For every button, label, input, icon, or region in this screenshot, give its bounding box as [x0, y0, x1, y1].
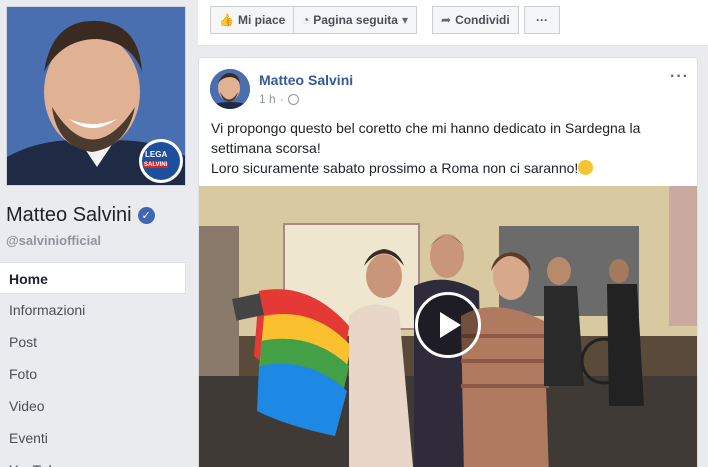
- profile-picture[interactable]: LEGA SALVINI: [6, 6, 186, 186]
- like-button[interactable]: 👍 Mi piace: [210, 6, 295, 34]
- more-options-button[interactable]: ···: [524, 6, 560, 34]
- nav-item-eventi[interactable]: Eventi: [0, 422, 186, 454]
- page-action-bar: 👍 Mi piace ◔ Pagina seguita ▾ ➦ Condivid…: [198, 0, 708, 46]
- follow-button[interactable]: ◔ Pagina seguita ▾: [293, 6, 417, 34]
- post-text-line-2: Loro sicuramente sabato prossimo a Roma …: [211, 158, 691, 178]
- nav-item-youtube[interactable]: YouTube: [0, 454, 186, 467]
- post-text: Vi propongo questo bel coretto che mi ha…: [211, 118, 691, 178]
- meta-separator: ·: [279, 92, 284, 106]
- left-navigation: Home Informazioni Post Foto Video Eventi…: [0, 262, 186, 467]
- nav-item-home[interactable]: Home: [0, 262, 186, 294]
- thumbs-up-icon: 👍: [219, 13, 234, 27]
- post-author-avatar[interactable]: [210, 69, 250, 109]
- play-button[interactable]: [415, 292, 481, 358]
- follow-label: Pagina seguita: [313, 13, 398, 27]
- post-text-line-1: Vi propongo questo bel coretto che mi ha…: [211, 120, 641, 156]
- nav-item-informazioni[interactable]: Informazioni: [0, 294, 186, 326]
- rss-icon: ◔: [302, 13, 310, 27]
- nav-item-video[interactable]: Video: [0, 390, 186, 422]
- page-name-text: Matteo Salvini: [6, 204, 132, 226]
- lega-logo-subtext: SALVINI: [143, 162, 169, 168]
- post-options-icon[interactable]: ···: [670, 68, 689, 86]
- video-player[interactable]: [199, 186, 697, 467]
- page-title[interactable]: Matteo Salvini ✓: [6, 204, 155, 227]
- nav-item-foto[interactable]: Foto: [0, 358, 186, 390]
- play-icon: [440, 312, 461, 338]
- globe-icon: [287, 93, 299, 105]
- more-icon: ···: [536, 13, 548, 27]
- share-label: Condividi: [455, 13, 510, 27]
- post-card: Matteo Salvini 1 h · ··· Vi propongo que…: [198, 57, 698, 467]
- page-handle[interactable]: @salviniofficial: [6, 233, 101, 248]
- laughing-emoji-icon: [578, 160, 594, 175]
- post-meta: 1 h ·: [259, 92, 299, 106]
- share-arrow-icon: ➦: [441, 13, 452, 27]
- share-button[interactable]: ➦ Condividi: [432, 6, 519, 34]
- nav-item-post[interactable]: Post: [0, 326, 186, 358]
- post-timestamp[interactable]: 1 h: [259, 92, 276, 106]
- caret-down-icon: ▾: [401, 13, 408, 27]
- post-text-line-2-text: Loro sicuramente sabato prossimo a Roma …: [211, 160, 579, 176]
- post-author-name[interactable]: Matteo Salvini: [259, 72, 353, 88]
- like-label: Mi piace: [237, 13, 286, 27]
- verified-badge-icon: ✓: [137, 207, 155, 224]
- lega-logo-text: LEGA: [145, 150, 168, 159]
